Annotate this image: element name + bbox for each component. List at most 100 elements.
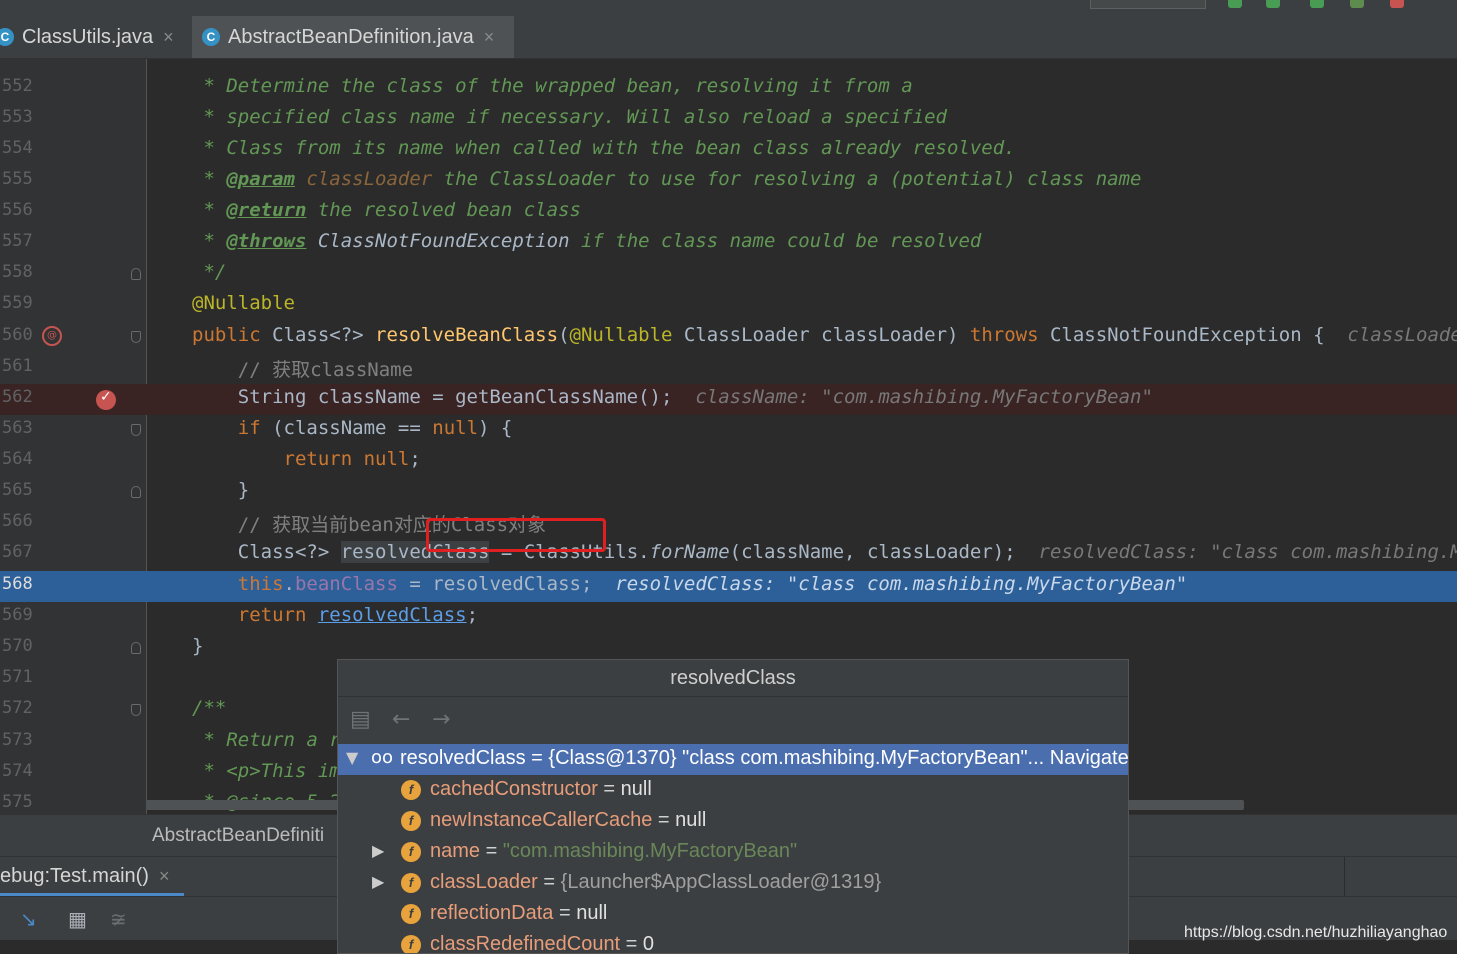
code-text: * @param classLoader the ClassLoader to … [192,168,1142,190]
line-number: 554 [2,138,33,158]
var-value: {Class@1370} "class com.mashibing.MyFact… [548,747,1045,769]
code-text: public Class<?> resolveBeanClass(@Nullab… [192,324,1457,346]
code-line[interactable]: 558 */ [0,259,1457,290]
code-line[interactable]: 569 return resolvedClass; [0,602,1457,633]
trace-icon[interactable]: ≆ [110,907,127,931]
close-icon[interactable]: × [484,27,495,48]
evaluate-table-icon[interactable]: ▦ [68,907,87,931]
code-line[interactable]: 554 * Class from its name when called wi… [0,135,1457,166]
expand-triangle-icon[interactable]: ▶ [372,872,384,891]
code-line[interactable]: 565 } [0,477,1457,508]
code-line[interactable]: 567 Class<?> resolvedClass = ClassUtils.… [0,539,1457,570]
run-config-selector[interactable] [1090,0,1206,9]
var-name: cachedConstructor [430,778,598,800]
code-text: * <p>This im [192,760,341,782]
inline-debug-value: resolvedClass: "class com.mashibing.MyFa… [615,573,1188,595]
field-icon: f [401,842,421,862]
tree-node-root[interactable]: ▼ oo resolvedClass = {Class@1370} "class… [338,744,1128,775]
line-number: 572 [2,698,33,718]
code-line[interactable]: 553 * specified class name if necessary.… [0,104,1457,135]
tree-node-field[interactable]: f newInstanceCallerCache = null [338,806,1128,837]
profile-icon[interactable] [1350,0,1364,8]
var-value: null [620,778,652,800]
expand-triangle-icon[interactable]: ▶ [372,841,384,860]
fold-icon[interactable] [130,423,142,437]
field-icon: f [401,873,421,893]
navigate-link[interactable]: Navigate [1050,747,1128,769]
step-into-icon[interactable]: ↘ [20,907,37,931]
tab-debug-session[interactable]: ebug:Test.main() × [0,857,184,895]
code-line[interactable]: 566 // 获取当前bean对应的Class对象 [0,508,1457,539]
line-number: 564 [2,449,33,469]
forward-arrow-icon[interactable]: → [432,707,450,732]
line-number: 553 [2,107,33,127]
execution-line[interactable]: 568 this.beanClass = resolvedClass; reso… [0,571,1457,602]
javadoc-tag: @return [226,199,307,221]
editor-tab-bar: C ClassUtils.java × C AbstractBeanDefini… [0,16,1457,59]
line-number: 561 [2,356,33,376]
code-line[interactable]: 560 @ public Class<?> resolveBeanClass(@… [0,322,1457,353]
code-text: this.beanClass = resolvedClass; resolved… [237,573,1188,595]
tab-label: ClassUtils.java [22,25,154,48]
override-icon[interactable]: @ [42,326,62,346]
watch-glasses-icon: oo [371,747,394,768]
fold-icon[interactable] [130,485,142,499]
debug-icon[interactable] [1266,0,1280,8]
tree-node-field[interactable]: f reflectionData = null [338,899,1128,930]
code-text: * Class from its name when called with t… [192,137,1016,159]
top-toolbar-strip [0,0,1457,16]
var-name: newInstanceCallerCache [430,809,653,831]
code-line[interactable]: 557 * @throws ClassNotFoundException if … [0,228,1457,259]
tree-node-field[interactable]: ▶ f classLoader = {Launcher$AppClassLoad… [338,868,1128,899]
collapse-triangle-icon[interactable]: ▼ [346,748,358,767]
class-icon: C [0,28,14,46]
var-value: null [675,809,707,831]
divider [1344,857,1345,897]
var-name: classRedefinedCount [430,933,621,954]
back-arrow-icon[interactable]: ← [392,707,410,732]
close-icon[interactable]: × [159,866,170,887]
quick-evaluate-popup[interactable]: resolvedClass ▤ ← → ▼ oo resolvedClass =… [337,659,1129,954]
fold-icon[interactable] [130,267,142,281]
javadoc-tag: @throws [226,230,307,252]
var-name: resolvedClass [400,747,526,769]
tab-classutils[interactable]: C ClassUtils.java × [0,16,186,58]
code-line[interactable]: 559 @Nullable [0,290,1457,321]
tree-node-field[interactable]: f cachedConstructor = null [338,775,1128,806]
code-line[interactable]: 552 * Determine the class of the wrapped… [0,73,1457,104]
code-line[interactable]: 563 if (className == null) { [0,415,1457,446]
breakpoint-icon[interactable] [96,389,116,410]
tree-node-field[interactable]: f classRedefinedCount = 0 [338,930,1128,954]
coverage-icon[interactable] [1310,0,1324,8]
fold-icon[interactable] [130,330,142,344]
fold-icon[interactable] [130,703,142,717]
field-icon: f [401,935,421,953]
code-line[interactable]: 561 // 获取className [0,353,1457,384]
field-icon: f [401,780,421,800]
code-line[interactable]: 564 return null; [0,446,1457,477]
breakpoint-line[interactable]: 562 String className = getBeanClassName(… [0,384,1457,415]
close-icon[interactable]: × [163,27,174,48]
tab-abstractbeandefinition[interactable]: C AbstractBeanDefinition.java × [192,16,514,58]
code-line[interactable]: 555 * @param classLoader the ClassLoader… [0,166,1457,197]
line-number: 570 [2,636,33,656]
tree-node-field[interactable]: ▶ f name = "com.mashibing.MyFactoryBean" [338,837,1128,868]
inline-debug-value: classLoader: [1347,324,1457,346]
folder-icon[interactable]: ▤ [350,707,371,732]
run-icon[interactable] [1228,0,1242,8]
code-line[interactable]: 556 * @return the resolved bean class [0,197,1457,228]
javadoc-text: the ClassLoader to use for resolving a (… [432,168,1142,190]
field-icon: f [401,811,421,831]
javadoc-text: the resolved bean class [306,199,581,221]
line-number: 559 [2,293,33,313]
inline-debug-value: className: "com.mashibing.MyFactoryBean" [695,386,1153,408]
code-text: */ [192,261,227,283]
var-name: name [430,840,481,862]
line-number: 567 [2,542,33,562]
line-number: 555 [2,169,33,189]
variable-tree[interactable]: ▼ oo resolvedClass = {Class@1370} "class… [338,744,1128,954]
stop-icon[interactable] [1390,0,1404,8]
breadcrumb-item[interactable]: AbstractBeanDefiniti [152,825,324,847]
code-text: * specified class name if necessary. Wil… [192,106,947,128]
fold-icon[interactable] [130,641,142,655]
